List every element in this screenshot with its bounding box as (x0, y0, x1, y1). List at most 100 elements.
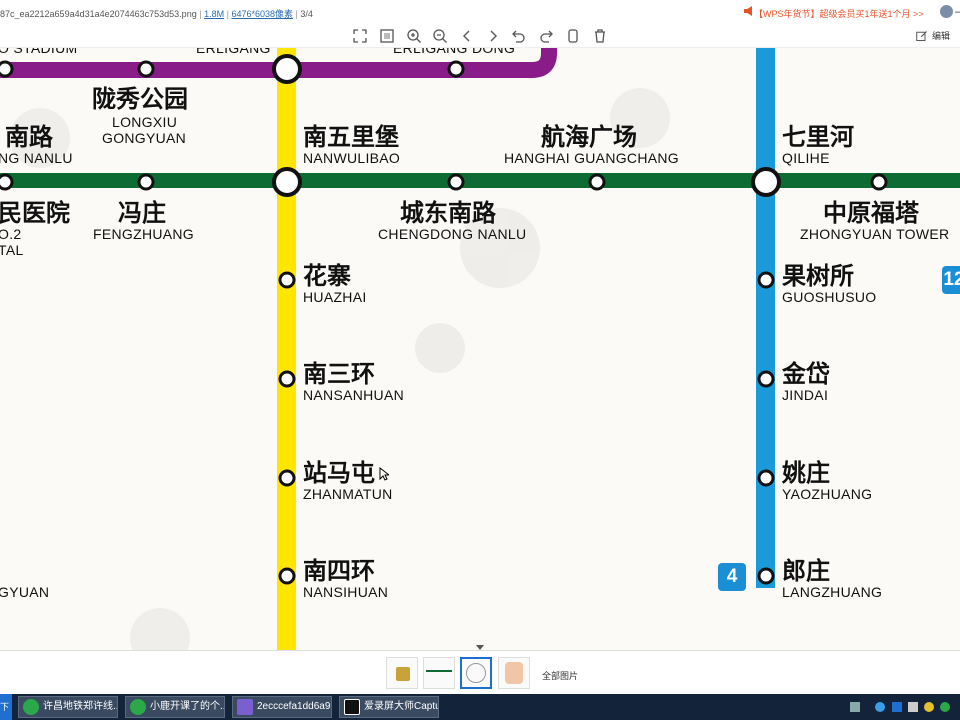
station-marker[interactable] (757, 370, 775, 388)
taskbar-item[interactable]: 许昌地铁郑许线... (18, 696, 118, 718)
copy-icon[interactable] (565, 28, 581, 44)
station-marker[interactable] (588, 173, 606, 191)
station-label-cn: 南路 (5, 123, 53, 151)
fullscreen-icon[interactable] (352, 28, 368, 44)
taskbar-item-label: 2ecccefa1dd6a9... (257, 701, 332, 712)
tray-icon[interactable] (940, 702, 950, 712)
zoom-out-icon[interactable] (432, 28, 448, 44)
avatar[interactable] (940, 5, 953, 18)
tray-icon[interactable] (850, 702, 860, 712)
station-label-cn: 航海广场 (541, 123, 637, 151)
station-label-en: ZHANMATUN (303, 486, 393, 502)
interchange-marker[interactable] (272, 167, 302, 197)
station-label-en: YAOZHUANG (782, 486, 873, 502)
all-images-button[interactable]: 全部图片 (542, 669, 578, 682)
file-name: 87c_ea2212a659a4d31a4e2074463c753d53.png (0, 9, 197, 19)
title-bar: 87c_ea2212a659a4d31a4e2074463c753d53.png… (0, 0, 960, 24)
megaphone-icon (744, 6, 752, 16)
station-marker[interactable] (278, 271, 296, 289)
file-size[interactable]: 1.8M (204, 9, 224, 19)
rotate-right-icon[interactable] (538, 28, 554, 44)
blue-line (756, 48, 775, 588)
minimize-icon[interactable]: – (955, 4, 960, 18)
file-info: 87c_ea2212a659a4d31a4e2074463c753d53.png… (0, 9, 313, 19)
station-label-cn: 冯庄 (118, 199, 166, 227)
station-marker[interactable] (757, 567, 775, 585)
station-label-cn: 站马屯 (303, 459, 375, 487)
station-marker[interactable] (870, 173, 888, 191)
browser-icon (130, 699, 146, 715)
image-viewer-icon (237, 699, 253, 715)
interchange-marker[interactable] (272, 54, 302, 84)
page-counter: 3/4 (300, 9, 313, 19)
station-label-en: ERLIGANG DONG (393, 48, 516, 56)
station-marker[interactable] (278, 469, 296, 487)
line-12-badge: 12 (942, 266, 960, 294)
station-marker[interactable] (137, 173, 155, 191)
station-marker[interactable] (0, 60, 14, 78)
thumbnail-3-selected[interactable] (460, 657, 492, 689)
taskbar-item-label: 爱录屏大师Captu... (364, 701, 438, 712)
yellow-line (277, 48, 296, 650)
station-label-en: O STADIUM (0, 48, 78, 56)
metro-map-image[interactable]: O STADIUM ERLIGANG ERLIGANG DONG 陇秀公园 LO… (0, 48, 960, 650)
zoom-in-icon[interactable] (406, 28, 422, 44)
actual-size-icon[interactable] (379, 28, 395, 44)
station-label-en: GONGYUAN (102, 130, 187, 146)
delete-icon[interactable] (592, 28, 608, 44)
taskbar-item[interactable]: 小鹿开课了的个... (125, 696, 225, 718)
station-label-cn: 城东南路 (400, 199, 496, 227)
start-button[interactable]: 下 (0, 694, 12, 720)
station-label-en: LONGXIU (112, 114, 178, 130)
station-label-cn: 陇秀公园 (92, 85, 188, 113)
station-marker[interactable] (757, 469, 775, 487)
tray-icon[interactable] (892, 702, 902, 712)
station-label-en: NG NANLU (0, 150, 73, 166)
taskbar-item-label: 小鹿开课了的个... (150, 701, 225, 712)
station-label-en: NANSANHUAN (303, 387, 405, 403)
thumbnail-3-preview (466, 663, 486, 683)
taskbar-item[interactable]: 爱录屏大师Captu... (339, 696, 439, 718)
taskbar-item[interactable]: 2ecccefa1dd6a9... (232, 696, 332, 718)
station-label-en: GYUAN (0, 584, 50, 600)
station-label-cn: 姚庄 (782, 459, 830, 487)
station-label-cn: 南三环 (303, 360, 375, 388)
thumbnail-1-preview (396, 667, 410, 681)
tray-icon[interactable] (924, 702, 934, 712)
station-label-en: FENGZHUANG (93, 226, 194, 242)
image-dimensions[interactable]: 6476*6038像素 (231, 9, 293, 19)
station-label-en: ZHONGYUAN TOWER (800, 226, 950, 242)
edit-label[interactable]: 编辑 (932, 29, 950, 42)
thumbnail-2[interactable] (423, 657, 455, 689)
tray-icon[interactable] (908, 702, 918, 712)
next-icon[interactable] (485, 28, 501, 44)
station-label-cn: 果树所 (782, 262, 854, 290)
browser-icon (23, 699, 39, 715)
system-tray (850, 699, 960, 715)
thumbnail-4[interactable] (498, 657, 530, 689)
station-marker[interactable] (447, 60, 465, 78)
station-label-en: JINDAI (782, 387, 829, 403)
tray-icon[interactable] (875, 702, 885, 712)
station-label-cn: 郎庄 (782, 557, 830, 585)
wps-promo-link[interactable]: 【WPS年货节】超级会员买1年送1个月 >> (754, 7, 924, 20)
station-label-cn: 南五里堡 (303, 123, 399, 151)
station-label-cn: 花寨 (303, 262, 351, 290)
windows-taskbar: 下 许昌地铁郑许线... 小鹿开课了的个... 2ecccefa1dd6a9..… (0, 694, 960, 720)
thumbnail-1[interactable] (386, 657, 418, 689)
station-label-en: ERLIGANG (196, 48, 271, 56)
interchange-marker[interactable] (751, 167, 781, 197)
line-4-badge: 4 (718, 563, 746, 591)
station-marker[interactable] (447, 173, 465, 191)
station-marker[interactable] (137, 60, 155, 78)
station-label-cn: 中原福塔 (823, 199, 919, 227)
station-marker[interactable] (278, 370, 296, 388)
edit-icon[interactable] (916, 30, 928, 42)
viewer-toolbar: 编辑 (0, 24, 960, 48)
previous-icon[interactable] (459, 28, 475, 44)
rotate-left-icon[interactable] (511, 28, 527, 44)
station-marker[interactable] (278, 567, 296, 585)
station-label-en: NANSIHUAN (303, 584, 389, 600)
station-marker[interactable] (757, 271, 775, 289)
station-marker[interactable] (0, 173, 14, 191)
